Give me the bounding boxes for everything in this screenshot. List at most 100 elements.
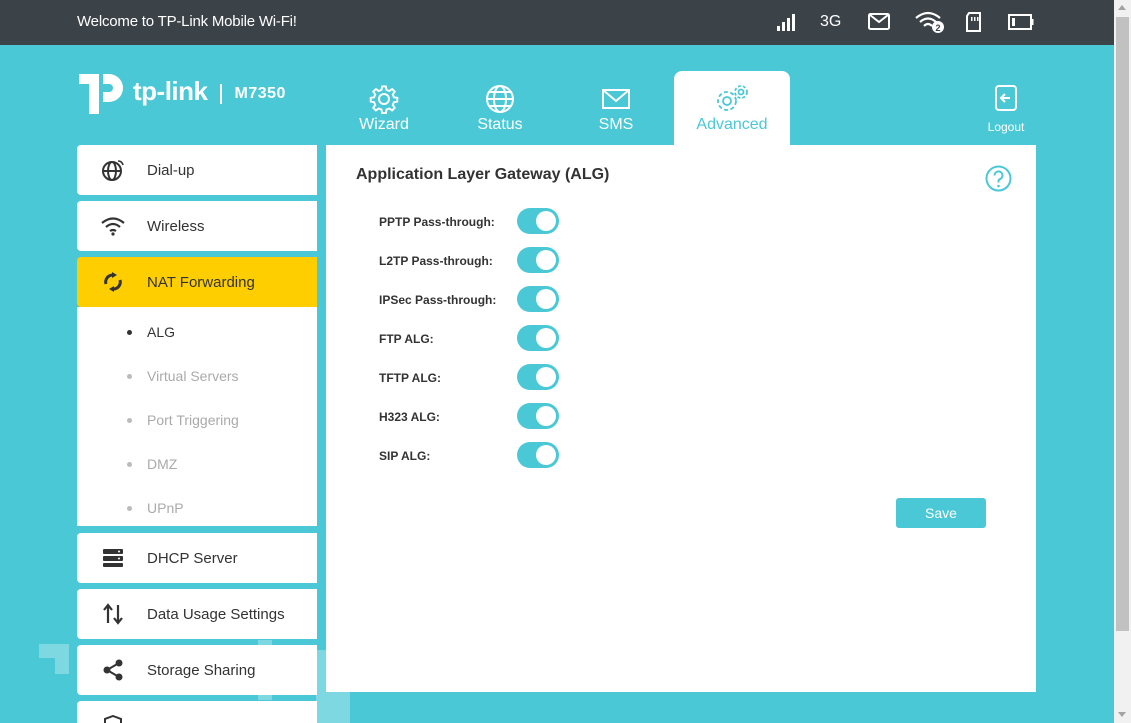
sip-toggle[interactable]	[517, 442, 559, 468]
alg-row-sip: SIP ALG:	[379, 442, 679, 468]
sd-card-icon	[965, 10, 982, 34]
tab-advanced[interactable]: Advanced	[674, 71, 790, 145]
bullet-icon	[127, 417, 132, 423]
row-label: H323 ALG:	[379, 410, 440, 424]
toggle-knob	[536, 445, 556, 465]
sidebar-item-wireless[interactable]: Wireless	[77, 201, 317, 251]
row-label: L2TP Pass-through:	[379, 254, 493, 268]
ipsec-toggle[interactable]	[517, 286, 559, 312]
model-name: M7350	[234, 85, 286, 102]
h323-toggle[interactable]	[517, 403, 559, 429]
sidebar-item-label: DHCP Server	[147, 549, 238, 567]
page-title: Application Layer Gateway (ALG)	[356, 166, 610, 183]
mail-icon	[558, 84, 674, 114]
logout-label: Logout	[987, 120, 1025, 134]
network-type: 3G	[820, 13, 842, 30]
scroll-up-arrow[interactable]	[1118, 5, 1126, 10]
nat-submenu: ALG Virtual Servers Port Triggering DMZ …	[77, 307, 317, 526]
tftp-toggle[interactable]	[517, 364, 559, 390]
alg-row-l2tp: L2TP Pass-through:	[379, 247, 679, 273]
tab-sms[interactable]: SMS	[558, 71, 674, 145]
submenu-item-label: Port Triggering	[147, 412, 239, 428]
logo-text: tp-link	[133, 75, 208, 106]
arrows-updown-icon	[101, 602, 125, 626]
tab-label: Status	[477, 116, 523, 133]
sidebar-item-label: NAT Forwarding	[147, 273, 255, 291]
battery-icon	[1008, 10, 1034, 34]
alg-row-ipsec: IPSec Pass-through:	[379, 286, 679, 312]
toggle-knob	[536, 250, 556, 270]
submenu-item-virtual-servers[interactable]: Virtual Servers	[77, 354, 317, 398]
sidebar-item-dhcp-server[interactable]: DHCP Server	[77, 533, 317, 583]
logout-icon	[995, 85, 1017, 111]
sidebar-item-label: Wireless	[147, 217, 205, 235]
row-label: PPTP Pass-through:	[379, 215, 495, 229]
sidebar-item-nat-forwarding[interactable]: NAT Forwarding	[77, 257, 317, 307]
sidebar-item-storage-sharing[interactable]: Storage Sharing	[77, 645, 317, 695]
submenu-item-label: UPnP	[147, 500, 184, 516]
status-bar: Welcome to TP-Link Mobile Wi-Fi! 3G 2	[0, 0, 1114, 45]
toggle-knob	[536, 367, 556, 387]
ftp-toggle[interactable]	[517, 325, 559, 351]
alg-row-tftp: TFTP ALG:	[379, 364, 679, 390]
bullet-icon	[127, 373, 132, 379]
submenu-item-port-triggering[interactable]: Port Triggering	[77, 398, 317, 442]
wifi-icon	[101, 214, 125, 238]
row-label: SIP ALG:	[379, 449, 431, 463]
toggle-knob	[536, 406, 556, 426]
wifi-icon: 2	[914, 10, 946, 34]
gear-icon	[326, 84, 442, 114]
sidebar-item-label: Dial-up	[147, 161, 195, 179]
tp-link-logo: tp-link M7350	[77, 70, 286, 118]
submenu-item-upnp[interactable]: UPnP	[77, 486, 317, 530]
alg-row-pptp: PPTP Pass-through:	[379, 208, 679, 234]
toggle-knob	[536, 328, 556, 348]
sidebar-item-data-usage-settings[interactable]: Data Usage Settings	[77, 589, 317, 639]
save-button[interactable]: Save	[896, 498, 986, 528]
scroll-thumb[interactable]	[1116, 17, 1129, 631]
main-panel: Application Layer Gateway (ALG) PPTP Pas…	[326, 145, 1036, 692]
bullet-icon	[127, 461, 132, 467]
row-label: FTP ALG:	[379, 332, 434, 346]
nat-icon	[101, 270, 125, 294]
tab-wizard[interactable]: Wizard	[326, 71, 442, 145]
toggle-knob	[536, 289, 556, 309]
logo-separator	[219, 84, 222, 104]
client-count: 2	[935, 23, 940, 33]
submenu-item-dmz[interactable]: DMZ	[77, 442, 317, 486]
tp-link-mark-icon	[79, 74, 123, 114]
scrollbar[interactable]	[1114, 0, 1131, 723]
tab-status[interactable]: Status	[442, 71, 558, 145]
globe-dialup-icon	[101, 158, 125, 182]
row-label: IPSec Pass-through:	[379, 293, 497, 307]
share-icon	[101, 658, 125, 682]
tab-label: Advanced	[696, 116, 768, 133]
alg-row-ftp: FTP ALG:	[379, 325, 679, 351]
sidebar-item-dial-up[interactable]: Dial-up	[77, 145, 317, 195]
submenu-item-label: ALG	[147, 324, 176, 340]
alg-row-h323: H323 ALG:	[379, 403, 679, 429]
scroll-down-arrow[interactable]	[1118, 712, 1126, 717]
submenu-item-label: DMZ	[147, 456, 178, 472]
help-icon[interactable]	[985, 165, 1012, 192]
bullet-icon	[127, 505, 132, 511]
submenu-item-alg[interactable]: ALG	[77, 310, 317, 354]
globe-icon	[442, 84, 558, 114]
decor-shape	[55, 644, 69, 674]
row-label: TFTP ALG:	[379, 371, 441, 385]
submenu-item-label: Virtual Servers	[147, 368, 239, 384]
welcome-text: Welcome to TP-Link Mobile Wi-Fi!	[77, 13, 297, 30]
sidebar-item-label: Data Usage Settings	[147, 605, 285, 623]
sidebar-item-partial[interactable]	[77, 701, 317, 723]
pptp-toggle[interactable]	[517, 208, 559, 234]
server-icon	[101, 546, 125, 570]
mail-icon[interactable]	[868, 10, 890, 34]
sidebar-item-label: Storage Sharing	[147, 661, 256, 679]
signal-icon	[776, 10, 796, 34]
logout-button[interactable]: Logout	[980, 84, 1032, 134]
bullet-icon	[127, 329, 132, 335]
shield-icon	[101, 714, 125, 723]
tab-label: Wizard	[359, 116, 409, 133]
l2tp-toggle[interactable]	[517, 247, 559, 273]
gears-icon	[674, 84, 790, 114]
